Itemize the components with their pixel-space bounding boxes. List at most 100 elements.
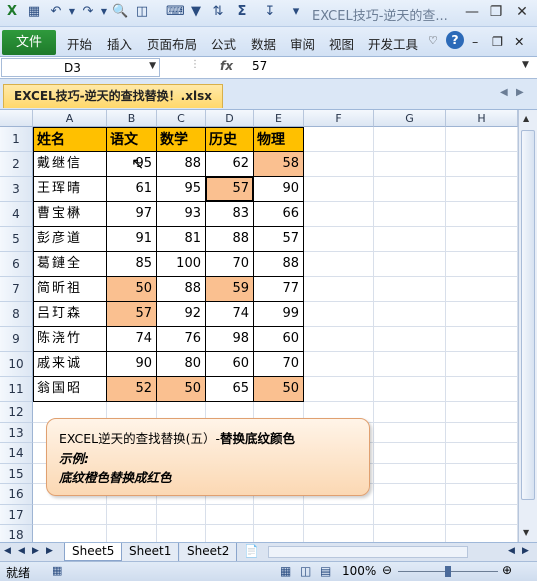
sheet-tab-sheet2[interactable]: Sheet2 [180, 543, 238, 561]
table-cell[interactable]: 77 [254, 277, 304, 302]
table-header-cell[interactable]: 历史 [206, 127, 254, 152]
insert-function-button[interactable]: fx [220, 59, 233, 73]
table-header-cell[interactable]: 物理 [254, 127, 304, 152]
table-cell[interactable]: 90 [254, 177, 304, 202]
row-header-7[interactable]: 7 [0, 277, 33, 302]
row-header-5[interactable]: 5 [0, 227, 33, 252]
table-cell[interactable]: 99 [254, 302, 304, 327]
name-box[interactable]: D3 ▼ [1, 58, 160, 77]
column-header-b[interactable]: B [107, 110, 157, 127]
select-all-corner[interactable] [0, 110, 33, 127]
table-cell[interactable]: 60 [254, 327, 304, 352]
tab-home[interactable]: 开始 [67, 34, 92, 53]
table-cell[interactable]: 88 [254, 252, 304, 277]
zoom-level[interactable]: 100% [342, 564, 376, 578]
table-cell[interactable]: 83 [206, 202, 254, 227]
column-header-f[interactable]: F [304, 110, 374, 127]
excel-logo-icon[interactable]: X [4, 4, 20, 20]
table-cell[interactable]: 85 [107, 252, 157, 277]
row-header-10[interactable]: 10 [0, 352, 33, 377]
file-tab[interactable]: 文件 [2, 30, 56, 55]
row-header-9[interactable]: 9 [0, 327, 33, 352]
layout-icon[interactable]: ◫ [134, 4, 150, 20]
table-cell[interactable]: 88 [157, 152, 206, 177]
sort-icon[interactable]: ⇅ [210, 4, 226, 20]
row-header-14[interactable]: 14 [0, 443, 33, 464]
table-cell[interactable]: 翁国昭 [33, 377, 107, 402]
page-break-view-icon[interactable]: ▤ [320, 564, 331, 578]
table-cell[interactable]: 戚来诚 [33, 352, 107, 377]
row-header-16[interactable]: 16 [0, 484, 33, 505]
customize-icon[interactable]: ▾ [288, 4, 304, 20]
row-header-17[interactable]: 17 [0, 504, 33, 525]
row-header-18[interactable]: 18 [0, 525, 33, 542]
zoom-in-icon[interactable]: ⊕ [502, 563, 512, 577]
table-cell[interactable]: 戴继信 [33, 152, 107, 177]
table-cell[interactable]: 95 [157, 177, 206, 202]
table-cell[interactable]: 吕玎森 [33, 302, 107, 327]
table-cell[interactable]: 74 [107, 327, 157, 352]
table-cell[interactable]: 70 [206, 252, 254, 277]
table-cell[interactable]: 91 [107, 227, 157, 252]
column-header-g[interactable]: G [374, 110, 446, 127]
table-cell[interactable]: 彭彦道 [33, 227, 107, 252]
sum-icon[interactable]: Σ [234, 4, 250, 20]
table-header-cell[interactable]: 数学 [157, 127, 206, 152]
column-header-d[interactable]: D [206, 110, 254, 127]
vertical-scrollbar[interactable]: ▲ ▼ [518, 110, 537, 542]
tab-page-layout[interactable]: 页面布局 [147, 34, 197, 53]
table-cell[interactable]: 59 [206, 277, 254, 302]
tab-data[interactable]: 数据 [251, 34, 276, 53]
table-cell[interactable]: 81 [157, 227, 206, 252]
scroll-left-icon[interactable]: ◀ [508, 546, 515, 556]
table-cell[interactable]: 陈浇竹 [33, 327, 107, 352]
ribbon-restore-icon[interactable]: ❐ [492, 34, 503, 49]
tab-formulas[interactable]: 公式 [211, 34, 236, 53]
tab-developer[interactable]: 开发工具 [368, 34, 418, 53]
table-header-cell[interactable]: 姓名 [33, 127, 107, 152]
expand-formula-icon[interactable]: ▼ [522, 60, 529, 70]
table-cell[interactable]: 50 [107, 277, 157, 302]
column-header-c[interactable]: C [157, 110, 206, 127]
note-textbox[interactable]: EXCEL逆天的查找替换(五）-替换底纹颜色 示例: 底纹橙色替换成红色 [46, 418, 370, 496]
row-header-4[interactable]: 4 [0, 202, 33, 227]
row-header-3[interactable]: 3 [0, 177, 33, 202]
scroll-right-icon[interactable]: ▶ [522, 546, 529, 556]
table-cell[interactable]: 58 [254, 152, 304, 177]
table-cell[interactable]: 60 [206, 352, 254, 377]
last-sheet-icon[interactable]: ▶ [46, 546, 53, 556]
insert-sheet-icon[interactable]: 📄 [244, 544, 259, 558]
table-cell[interactable]: 57 [107, 302, 157, 327]
format-painter-icon[interactable]: ⌨ [166, 4, 185, 20]
name-box-dropdown-icon[interactable]: ▼ [149, 61, 156, 71]
workbook-scroll-left-icon[interactable]: ◀ [500, 87, 508, 98]
table-cell[interactable]: 74 [206, 302, 254, 327]
zoom-out-icon[interactable]: ⊖ [382, 563, 392, 577]
column-header-e[interactable]: E [254, 110, 304, 127]
horizontal-scrollbar[interactable] [268, 546, 468, 558]
macro-record-icon[interactable]: ▦ [52, 564, 62, 577]
table-cell[interactable]: 52 [107, 377, 157, 402]
row-header-6[interactable]: 6 [0, 252, 33, 277]
table-cell[interactable]: 90 [107, 352, 157, 377]
sheet-tab-sheet1[interactable]: Sheet1 [122, 543, 180, 561]
tab-view[interactable]: 视图 [329, 34, 354, 53]
fill-icon[interactable]: ↧ [262, 4, 278, 20]
table-cell[interactable]: 简昕祖 [33, 277, 107, 302]
table-cell[interactable]: 76 [157, 327, 206, 352]
row-header-1[interactable]: 1 [0, 127, 33, 152]
row-header-11[interactable]: 11 [0, 377, 33, 402]
minimize-icon[interactable]: — [460, 2, 484, 22]
first-sheet-icon[interactable]: ◀ [4, 546, 11, 556]
restore-icon[interactable]: ❐ [484, 2, 508, 22]
table-cell[interactable]: 93 [157, 202, 206, 227]
filter-icon[interactable]: ▼ [188, 4, 204, 20]
workbook-tab[interactable]: EXCEL技巧-逆天的查找替换！.xlsx [3, 84, 223, 108]
scroll-thumb[interactable] [521, 130, 535, 500]
close-icon[interactable]: ✕ [510, 2, 534, 22]
table-header-cell[interactable]: 语文 [107, 127, 157, 152]
table-cell[interactable]: 61 [107, 177, 157, 202]
undo-icon[interactable]: ↶ [48, 4, 64, 20]
scroll-up-icon[interactable]: ▲ [523, 114, 529, 123]
table-cell[interactable]: 70 [254, 352, 304, 377]
